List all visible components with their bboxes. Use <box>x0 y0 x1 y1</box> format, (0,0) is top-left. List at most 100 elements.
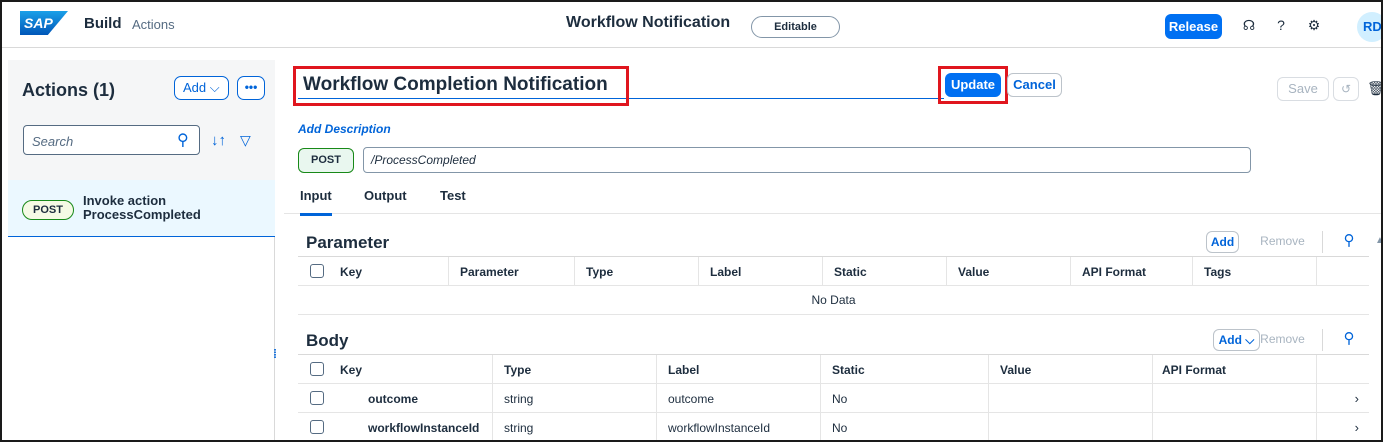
body-section: Body Add ⌵ Remove ⚲ Key Type Label Stati… <box>298 326 1381 440</box>
help-icon[interactable]: ? <box>1272 16 1290 34</box>
app-frame: SAP Build Actions Workflow Notification … <box>0 0 1383 442</box>
column-divider <box>822 257 823 286</box>
shell-bar: SAP Build Actions Workflow Notification … <box>2 2 1381 48</box>
toolbar-separator <box>1322 329 1323 351</box>
row-checkbox[interactable] <box>310 391 324 405</box>
sidebar-header: Actions (1) Add ⌵ ••• Search ⚲ ↓↑ ▽ <box>8 60 275 180</box>
column-divider <box>1152 384 1153 413</box>
column-header[interactable]: Label <box>710 265 741 279</box>
column-divider <box>1192 257 1193 286</box>
column-divider <box>1316 384 1317 413</box>
tab-input[interactable]: Input <box>300 188 332 216</box>
search-icon[interactable]: ⚲ <box>177 130 189 150</box>
column-divider <box>656 355 657 384</box>
column-divider <box>656 413 657 440</box>
add-body-button[interactable]: Add ⌵ <box>1213 329 1260 351</box>
column-header[interactable]: Key <box>340 265 362 279</box>
column-divider <box>492 355 493 384</box>
list-item-label: Invoke action ProcessCompleted <box>83 193 201 222</box>
release-button[interactable]: Release <box>1165 14 1222 39</box>
select-all-checkbox[interactable] <box>310 264 324 278</box>
column-header[interactable]: Static <box>832 363 865 377</box>
save-button[interactable]: Save <box>1277 77 1329 101</box>
parameter-table: Key Parameter Type Label Static Value AP… <box>298 256 1369 315</box>
more-options-button[interactable]: ••• <box>237 76 265 100</box>
remove-parameter-button[interactable]: Remove <box>1255 231 1310 253</box>
column-header[interactable]: Label <box>668 363 699 377</box>
column-divider <box>1316 413 1317 440</box>
column-header[interactable]: Parameter <box>460 265 519 279</box>
column-divider <box>820 384 821 413</box>
undo-icon[interactable]: ↺ <box>1333 77 1359 101</box>
search-icon[interactable]: ⚲ <box>1339 231 1359 253</box>
delete-icon[interactable]: 🗑 <box>1367 80 1381 97</box>
tab-bar: Input Output Test <box>284 178 1381 216</box>
column-divider <box>1316 355 1317 384</box>
table-header: Key Parameter Type Label Static Value AP… <box>298 257 1369 286</box>
column-divider <box>1070 257 1071 286</box>
column-divider <box>988 355 989 384</box>
chevron-right-icon[interactable]: › <box>1355 420 1359 435</box>
column-header[interactable]: Value <box>958 265 989 279</box>
column-header[interactable]: Tags <box>1204 265 1231 279</box>
search-input[interactable]: Search ⚲ <box>23 125 200 155</box>
column-divider <box>988 413 989 440</box>
column-header[interactable]: Key <box>340 363 362 377</box>
no-data-text: No Data <box>811 293 856 307</box>
sidebar-title: Actions (1) <box>22 80 116 100</box>
column-divider <box>820 413 821 440</box>
column-divider <box>448 257 449 286</box>
table-row[interactable]: workflowInstanceId string workflowInstan… <box>298 413 1369 440</box>
assistant-icon[interactable]: ☊ <box>1240 16 1258 34</box>
settings-icon[interactable]: ⚙ <box>1305 16 1323 34</box>
table-row[interactable]: outcome string outcome No › <box>298 384 1369 413</box>
tab-test[interactable]: Test <box>440 188 466 203</box>
product-subtitle: Actions <box>132 17 175 32</box>
column-divider <box>574 257 575 286</box>
status-badge[interactable]: Editable <box>751 16 840 38</box>
select-all-checkbox[interactable] <box>310 362 324 376</box>
highlight-box-title <box>293 66 629 106</box>
method-badge: POST <box>22 200 74 220</box>
row-static: No <box>832 392 848 406</box>
cancel-button[interactable]: Cancel <box>1007 73 1062 97</box>
list-item[interactable]: POST Invoke action ProcessCompleted <box>8 180 275 237</box>
add-description-link[interactable]: Add Description <box>298 122 391 136</box>
search-placeholder: Search <box>32 134 74 149</box>
method-selector[interactable]: POST <box>298 148 354 173</box>
sort-icon[interactable]: ↓↑ <box>211 132 226 149</box>
row-label: outcome <box>668 392 715 406</box>
remove-body-button[interactable]: Remove <box>1255 329 1310 351</box>
row-type: string <box>504 392 534 406</box>
chevron-right-icon[interactable]: › <box>1355 391 1359 406</box>
add-parameter-button[interactable]: Add <box>1206 231 1239 253</box>
product-name[interactable]: Build <box>84 15 122 32</box>
column-header[interactable]: Type <box>504 363 531 377</box>
row-label: workflowInstanceId <box>668 421 771 435</box>
body-table: Key Type Label Static Value API Format o… <box>298 354 1369 440</box>
toolbar-separator <box>1322 231 1323 253</box>
tab-output[interactable]: Output <box>364 188 407 203</box>
search-icon[interactable]: ⚲ <box>1339 329 1359 351</box>
avatar[interactable]: RD <box>1357 12 1381 42</box>
scroll-up-icon[interactable]: ▲ <box>1375 235 1381 246</box>
action-detail: Workflow Completion Notification Update … <box>284 60 1381 440</box>
column-header[interactable]: API Format <box>1082 265 1146 279</box>
filter-icon[interactable]: ▽ <box>240 132 251 149</box>
project-title: Workflow Notification <box>566 14 731 31</box>
table-row: No Data <box>298 286 1369 315</box>
splitter-handle[interactable]: ⁞ <box>273 347 277 361</box>
column-divider <box>946 257 947 286</box>
parameter-section: Parameter Add Remove ⚲ Key Parameter Typ… <box>298 228 1381 318</box>
column-divider <box>988 384 989 413</box>
row-checkbox[interactable] <box>310 420 324 434</box>
add-action-button[interactable]: Add ⌵ <box>174 76 229 100</box>
column-divider <box>1152 355 1153 384</box>
column-header[interactable]: Type <box>586 265 613 279</box>
sap-logo[interactable]: SAP <box>20 11 68 35</box>
path-input[interactable]: /ProcessCompleted <box>363 147 1251 173</box>
column-header[interactable]: Static <box>834 265 867 279</box>
column-header[interactable]: Value <box>1000 363 1031 377</box>
column-header[interactable]: API Format <box>1162 363 1226 377</box>
highlight-box-update <box>938 66 1008 104</box>
